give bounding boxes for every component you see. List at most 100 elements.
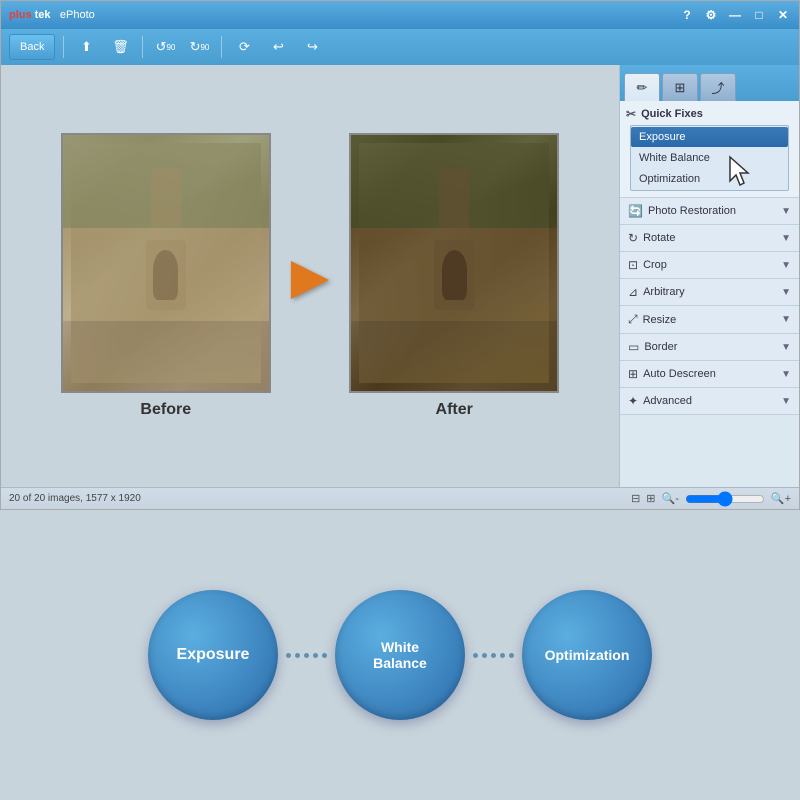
help-button[interactable]: ? bbox=[679, 7, 695, 23]
advanced-header[interactable]: ✦ Advanced ▼ bbox=[620, 388, 799, 414]
title-bar-left: plustek ePhoto bbox=[9, 8, 95, 22]
photo-restoration-icon: 🔄 bbox=[628, 204, 643, 218]
back-button[interactable]: Back bbox=[9, 34, 55, 60]
resize-left: ⤢ Resize bbox=[628, 312, 676, 327]
zoom-slider[interactable] bbox=[685, 495, 765, 503]
arrow-container: ▶ bbox=[291, 251, 329, 301]
quick-fixes-label: Quick Fixes bbox=[641, 108, 703, 120]
tab-edit[interactable]: ✏ bbox=[624, 73, 660, 101]
photo-top-before bbox=[63, 135, 269, 228]
advanced-chevron: ▼ bbox=[781, 396, 791, 407]
app-logo: plustek ePhoto bbox=[9, 8, 95, 22]
logo-plus: plus bbox=[9, 9, 32, 21]
photo-top-after bbox=[351, 135, 557, 228]
resize-chevron: ▼ bbox=[781, 314, 791, 325]
arbitrary-left: ⊿ Arbitrary bbox=[628, 285, 685, 299]
exposure-item[interactable]: Exposure bbox=[631, 127, 788, 147]
settings-button[interactable]: ⚙ bbox=[703, 7, 719, 23]
app-window: plustek ePhoto ? ⚙ — □ ✕ Back ⬆ 🗑 ↺90 ↻9… bbox=[0, 0, 800, 510]
optimization-item[interactable]: Optimization bbox=[631, 169, 788, 189]
photo-restoration-section: 🔄 Photo Restoration ▼ bbox=[620, 198, 799, 225]
minimize-button[interactable]: — bbox=[727, 7, 743, 23]
photo-mid-before bbox=[63, 228, 269, 321]
quick-fixes-popup: Exposure White Balance Optimization bbox=[630, 125, 789, 191]
border-left: ▭ Border bbox=[628, 340, 677, 354]
arbitrary-icon: ⊿ bbox=[628, 285, 638, 299]
images-row: Before ▶ bbox=[21, 133, 599, 419]
photo-bottom-after bbox=[351, 321, 557, 391]
after-image-container: After bbox=[349, 133, 559, 419]
diagram-area: Exposure WhiteBalance Optimization bbox=[0, 510, 800, 800]
rotate-cw-button[interactable]: ↻90 bbox=[185, 34, 213, 60]
resize-section: ⤢ Resize ▼ bbox=[620, 306, 799, 334]
crop-header[interactable]: ⊡ Crop ▼ bbox=[620, 252, 799, 278]
advanced-icon: ✦ bbox=[628, 394, 638, 408]
rotate-ccw-button[interactable]: ↺90 bbox=[151, 34, 179, 60]
dot-4 bbox=[313, 653, 318, 658]
resize-header[interactable]: ⤢ Resize ▼ bbox=[620, 306, 799, 333]
toolbar-separator-2 bbox=[142, 36, 143, 58]
border-label: Border bbox=[644, 341, 677, 353]
diagram-circle-exposure[interactable]: Exposure bbox=[148, 590, 278, 720]
rotate-chevron: ▼ bbox=[781, 233, 791, 244]
photo-restoration-label: Photo Restoration bbox=[648, 205, 736, 217]
before-image-container: Before bbox=[61, 133, 271, 419]
title-bar: plustek ePhoto ? ⚙ — □ ✕ bbox=[1, 1, 799, 29]
delete-button[interactable]: 🗑 bbox=[106, 34, 134, 60]
crop-left: ⊡ Crop bbox=[628, 258, 667, 272]
dot-5 bbox=[322, 653, 327, 658]
diagram-dots-2 bbox=[473, 653, 514, 658]
dot-2 bbox=[295, 653, 300, 658]
dot-9 bbox=[500, 653, 505, 658]
border-header[interactable]: ▭ Border ▼ bbox=[620, 334, 799, 360]
auto-descreen-label: Auto Descreen bbox=[643, 368, 716, 380]
zoom-out-icon[interactable]: 🔍- bbox=[662, 492, 679, 505]
refresh-button[interactable]: ⟳ bbox=[230, 34, 258, 60]
logo-tek: tek bbox=[35, 9, 51, 21]
image-area: Before ▶ bbox=[1, 65, 619, 487]
undo-button[interactable]: ↩ bbox=[264, 34, 292, 60]
advanced-label: Advanced bbox=[643, 395, 692, 407]
diagram-circle-white-balance[interactable]: WhiteBalance bbox=[335, 590, 465, 720]
rotate-header[interactable]: ↻ Rotate ▼ bbox=[620, 225, 799, 251]
rotate-icon: ↻ bbox=[628, 231, 638, 245]
quick-fixes-header[interactable]: ✂ Quick Fixes bbox=[626, 105, 793, 123]
tab-save[interactable]: ⤴ bbox=[700, 73, 736, 101]
rotate-label: Rotate bbox=[643, 232, 675, 244]
status-info: 20 of 20 images, 1577 x 1920 bbox=[9, 493, 141, 504]
advanced-left: ✦ Advanced bbox=[628, 394, 692, 408]
arbitrary-label: Arbitrary bbox=[643, 286, 685, 298]
advanced-section: ✦ Advanced ▼ bbox=[620, 388, 799, 415]
zoom-in-icon[interactable]: 🔍+ bbox=[771, 492, 791, 505]
photo-restoration-chevron: ▼ bbox=[781, 206, 791, 217]
upload-button[interactable]: ⬆ bbox=[72, 34, 100, 60]
redo-button[interactable]: ↪ bbox=[298, 34, 326, 60]
maximize-button[interactable]: □ bbox=[751, 7, 767, 23]
arbitrary-header[interactable]: ⊿ Arbitrary ▼ bbox=[620, 279, 799, 305]
crop-chevron: ▼ bbox=[781, 260, 791, 271]
view-icon-2[interactable]: ⊞ bbox=[646, 492, 655, 505]
crop-section: ⊡ Crop ▼ bbox=[620, 252, 799, 279]
main-content: Before ▶ bbox=[1, 65, 799, 487]
quick-fixes-icon: ✂ bbox=[626, 107, 636, 121]
view-icon-1[interactable]: ⊟ bbox=[631, 492, 640, 505]
diagram-circle-optimization[interactable]: Optimization bbox=[522, 590, 652, 720]
close-button[interactable]: ✕ bbox=[775, 7, 791, 23]
rotate-left: ↻ Rotate bbox=[628, 231, 675, 245]
photo-restoration-left: 🔄 Photo Restoration bbox=[628, 204, 736, 218]
dot-3 bbox=[304, 653, 309, 658]
status-bar: 20 of 20 images, 1577 x 1920 ⊟ ⊞ 🔍- 🔍+ bbox=[1, 487, 799, 509]
diagram-optimization-label: Optimization bbox=[545, 647, 630, 663]
white-balance-item[interactable]: White Balance bbox=[631, 148, 788, 168]
auto-descreen-header[interactable]: ⊞ Auto Descreen ▼ bbox=[620, 361, 799, 387]
quick-fixes-section: ✂ Quick Fixes Exposure White Balance Opt… bbox=[620, 101, 799, 198]
tab-enhance[interactable]: ⊞ bbox=[662, 73, 698, 101]
toolbar-separator-3 bbox=[221, 36, 222, 58]
border-icon: ▭ bbox=[628, 340, 639, 354]
diagram-exposure-label: Exposure bbox=[177, 646, 250, 664]
dot-1 bbox=[286, 653, 291, 658]
crop-label: Crop bbox=[643, 259, 667, 271]
auto-descreen-left: ⊞ Auto Descreen bbox=[628, 367, 716, 381]
toolbar-separator-1 bbox=[63, 36, 64, 58]
photo-restoration-header[interactable]: 🔄 Photo Restoration ▼ bbox=[620, 198, 799, 224]
